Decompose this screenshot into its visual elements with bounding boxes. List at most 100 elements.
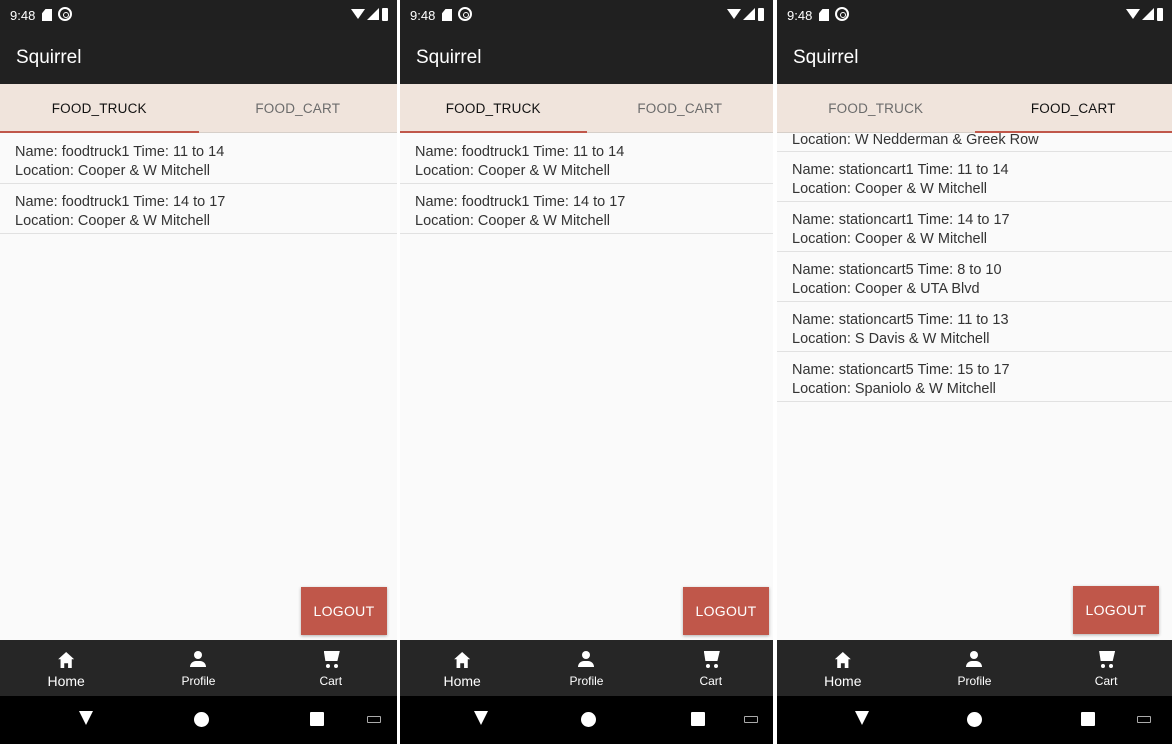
home-circle-icon[interactable] — [581, 712, 596, 727]
tab-food-truck[interactable]: FOOD_TRUCK — [0, 84, 199, 133]
system-nav-bar — [0, 696, 397, 744]
nav-profile[interactable]: Profile — [524, 640, 648, 696]
system-nav-bar — [777, 696, 1172, 744]
list-item[interactable]: Name: stationcart5 Time: 11 to 13 Locati… — [777, 302, 1172, 352]
status-bar: 9:48 — [400, 0, 773, 30]
home-icon — [58, 652, 75, 668]
truck-list: Name: foodtruck1 Time: 11 to 14 Location… — [400, 134, 773, 234]
app-title: Squirrel — [793, 47, 859, 68]
item-location: Location: Cooper & W Mitchell — [15, 213, 211, 229]
nav-home-label: Home — [443, 673, 481, 689]
cart-icon — [700, 648, 722, 670]
nav-profile[interactable]: Profile — [132, 640, 264, 696]
back-icon[interactable] — [474, 711, 488, 725]
list-item[interactable]: Name: stationcart1 Time: 11 to 14 Locati… — [777, 152, 1172, 202]
nav-home[interactable]: Home — [777, 640, 909, 696]
nav-cart-label: Cart — [319, 674, 343, 688]
nav-home-label: Home — [824, 673, 862, 689]
truck-list: Name: foodtruck1 Time: 11 to 14 Location… — [0, 134, 397, 234]
nav-home-label: Home — [47, 673, 85, 689]
list-item[interactable]: Name: foodtruck1 Time: 11 to 14 Location… — [400, 134, 773, 184]
item-location: Location: Cooper & W Mitchell — [792, 231, 988, 247]
home-circle-icon[interactable] — [194, 712, 209, 727]
cart-icon — [320, 648, 342, 670]
status-time: 9:48 — [410, 8, 436, 23]
recents-icon[interactable] — [310, 712, 324, 726]
logout-button[interactable]: LOGOUT — [683, 587, 769, 635]
nav-home[interactable]: Home — [0, 640, 132, 696]
signal-icon — [743, 8, 755, 20]
sd-card-icon — [819, 9, 829, 21]
person-icon — [966, 651, 983, 669]
signal-icon — [367, 8, 379, 20]
home-icon — [834, 652, 851, 668]
logout-button[interactable]: LOGOUT — [301, 587, 387, 635]
bottom-nav: Home Profile Cart — [777, 640, 1172, 696]
do-not-disturb-icon — [835, 7, 849, 21]
wifi-icon — [351, 9, 365, 19]
item-location: Location: Cooper & W Mitchell — [792, 181, 988, 197]
tab-food-cart[interactable]: FOOD_CART — [587, 84, 774, 133]
item-location: Location: Cooper & W Mitchell — [415, 163, 611, 179]
recents-icon[interactable] — [1081, 712, 1095, 726]
logout-button[interactable]: LOGOUT — [1073, 586, 1159, 634]
nav-cart[interactable]: Cart — [649, 640, 773, 696]
tab-food-truck[interactable]: FOOD_TRUCK — [400, 84, 587, 133]
list-item[interactable]: Name: foodtruck1 Time: 14 to 17 Location… — [0, 184, 397, 234]
list-item[interactable]: Name: stationcart1 Time: 14 to 17 Locati… — [777, 202, 1172, 252]
status-bar: 9:48 — [0, 0, 397, 30]
list-item[interactable]: Name: foodtruck1 Time: 11 to 14 Location… — [0, 134, 397, 184]
tab-food-cart[interactable]: FOOD_CART — [975, 84, 1172, 133]
nav-home[interactable]: Home — [400, 640, 524, 696]
tab-bar: FOOD_TRUCK FOOD_CART — [400, 84, 773, 133]
phone-screen-1: 9:48 Squirrel FOOD_TRUCK FOOD_CART Name:… — [0, 0, 397, 744]
list-item[interactable]: Name: foodtruck1 Time: 14 to 17 Location… — [400, 184, 773, 234]
system-icons — [1126, 8, 1166, 22]
home-circle-icon[interactable] — [967, 712, 982, 727]
status-time: 9:48 — [787, 8, 813, 23]
nav-cart-label: Cart — [699, 674, 723, 688]
system-nav-bar — [400, 696, 773, 744]
item-location: Location: Cooper & UTA Blvd — [792, 281, 980, 297]
list-item[interactable]: Name: stationcart5 Time: 15 to 17 Locati… — [777, 352, 1172, 402]
nav-cart-label: Cart — [1094, 674, 1118, 688]
do-not-disturb-icon — [458, 7, 472, 21]
nav-profile[interactable]: Profile — [909, 640, 1041, 696]
bottom-nav: Home Profile Cart — [0, 640, 397, 696]
app-title: Squirrel — [16, 47, 82, 68]
item-name-time: Name: foodtruck1 Time: 14 to 17 — [15, 194, 226, 210]
person-icon — [190, 651, 207, 669]
status-bar: 9:48 — [777, 0, 1172, 30]
recents-icon[interactable] — [691, 712, 705, 726]
system-icons — [351, 8, 391, 22]
keyboard-icon[interactable] — [367, 716, 381, 723]
item-location: Location: Spaniolo & W Mitchell — [792, 381, 996, 397]
back-icon[interactable] — [855, 711, 869, 725]
signal-icon — [1142, 8, 1154, 20]
nav-cart[interactable]: Cart — [265, 640, 397, 696]
item-name-time: Name: stationcart5 Time: 11 to 13 — [792, 312, 1009, 328]
tab-bar: FOOD_TRUCK FOOD_CART — [777, 84, 1172, 133]
battery-icon — [382, 8, 388, 21]
status-time: 9:48 — [10, 8, 36, 23]
nav-cart[interactable]: Cart — [1040, 640, 1172, 696]
item-name-time: Name: foodtruck1 Time: 11 to 14 — [15, 144, 225, 160]
app-bar: Squirrel — [0, 30, 397, 84]
list-item-partial[interactable]: Location: W Nedderman & Greek Row — [777, 131, 1172, 152]
keyboard-icon[interactable] — [1137, 716, 1151, 723]
item-name-time: Name: stationcart5 Time: 8 to 10 — [792, 262, 1002, 278]
wifi-icon — [727, 9, 741, 19]
phone-screen-3: 9:48 Squirrel FOOD_TRUCK FOOD_CART Locat… — [777, 0, 1172, 744]
app-bar: Squirrel — [400, 30, 773, 84]
item-name-time: Name: stationcart1 Time: 14 to 17 — [792, 212, 1010, 228]
battery-icon — [1157, 8, 1163, 21]
back-icon[interactable] — [79, 711, 93, 725]
tab-food-truck[interactable]: FOOD_TRUCK — [777, 84, 975, 133]
app-bar: Squirrel — [777, 30, 1172, 84]
list-item[interactable]: Name: stationcart5 Time: 8 to 10 Locatio… — [777, 252, 1172, 302]
wifi-icon — [1126, 9, 1140, 19]
app-title: Squirrel — [416, 47, 482, 68]
tab-food-cart[interactable]: FOOD_CART — [199, 84, 398, 133]
person-icon — [578, 651, 595, 669]
keyboard-icon[interactable] — [744, 716, 758, 723]
